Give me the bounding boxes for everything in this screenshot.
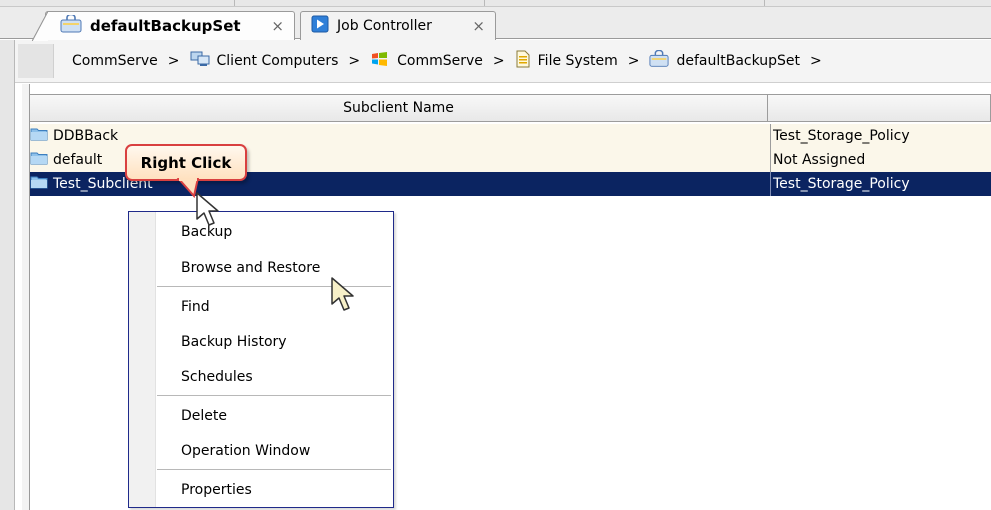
folder-icon [30, 175, 48, 193]
tab-label: Job Controller [337, 18, 432, 34]
job-controller-icon [311, 15, 329, 37]
tab-bar: defaultBackupSet × Job Controller × [0, 7, 991, 41]
subclient-name-cell: DDBBack [30, 124, 118, 148]
breadcrumb-item-commserve[interactable]: CommServe [72, 53, 158, 69]
menu-item-operation-window[interactable]: Operation Window [181, 439, 310, 463]
column-header-subclient-name[interactable]: Subclient Name [30, 95, 768, 122]
menu-separator [157, 395, 391, 396]
mouse-cursor-icon [331, 277, 354, 311]
storage-policy-cell: Test_Storage_Policy [770, 124, 991, 148]
breadcrumb-item-client-computers[interactable]: Client Computers [190, 51, 339, 71]
breadcrumb: CommServe > Client Computers > CommServe… [15, 40, 991, 83]
tab-label: defaultBackupSet [90, 17, 241, 35]
top-toolbar-strip [0, 0, 991, 7]
close-icon[interactable]: × [472, 17, 485, 35]
breadcrumb-item-commserve-client[interactable]: CommServe [370, 51, 483, 71]
toolbar-segment [235, 0, 485, 6]
client-computers-icon [190, 51, 210, 71]
subclient-name-cell: default [30, 148, 102, 172]
context-menu: Backup Browse and Restore Find Backup Hi… [128, 211, 394, 508]
menu-icon-gutter [129, 212, 156, 507]
menu-item-properties[interactable]: Properties [181, 478, 252, 502]
breadcrumb-item-file-system[interactable]: File System [515, 50, 618, 72]
breadcrumb-handle[interactable] [18, 44, 54, 78]
subclient-name: default [53, 152, 103, 168]
menu-item-backup-history[interactable]: Backup History [181, 330, 287, 354]
right-click-callout: Right Click [125, 144, 247, 181]
backupset-icon [649, 49, 670, 72]
breadcrumb-label: File System [537, 53, 618, 69]
backupset-icon [60, 13, 82, 37]
mouse-cursor-icon [196, 192, 219, 226]
menu-item-find[interactable]: Find [181, 295, 210, 319]
breadcrumb-separator: > [167, 53, 180, 69]
breadcrumb-separator: > [492, 53, 505, 69]
windows-icon [370, 51, 390, 71]
breadcrumb-label: CommServe [72, 53, 158, 69]
folder-icon [30, 127, 48, 145]
file-system-icon [515, 50, 531, 72]
storage-policy-cell: Not Assigned [770, 148, 991, 172]
close-icon[interactable]: × [271, 17, 284, 35]
breadcrumb-label: CommServe [397, 53, 483, 69]
left-frame-edge [0, 40, 15, 510]
breadcrumb-item-defaultbackupset[interactable]: defaultBackupSet [649, 49, 801, 72]
toolbar-segment [485, 0, 765, 6]
menu-item-schedules[interactable]: Schedules [181, 365, 253, 389]
menu-item-browse-and-restore[interactable]: Browse and Restore [181, 256, 320, 280]
toolbar-segment [0, 0, 235, 6]
inner-frame-edge [22, 84, 30, 510]
folder-icon [30, 151, 48, 169]
subclient-name: DDBBack [53, 128, 119, 144]
tab-defaultbackupset[interactable]: defaultBackupSet × [32, 11, 295, 41]
storage-policy-cell: Test_Storage_Policy [770, 172, 991, 196]
breadcrumb-label: Client Computers [216, 53, 339, 69]
tab-job-controller[interactable]: Job Controller × [300, 11, 496, 40]
menu-item-delete[interactable]: Delete [181, 404, 227, 428]
breadcrumb-separator: > [348, 53, 361, 69]
breadcrumb-separator: > [627, 53, 640, 69]
breadcrumb-separator: > [810, 53, 822, 69]
table-header: Subclient Name [30, 94, 991, 122]
breadcrumb-label: defaultBackupSet [676, 53, 801, 69]
menu-separator [157, 469, 391, 470]
